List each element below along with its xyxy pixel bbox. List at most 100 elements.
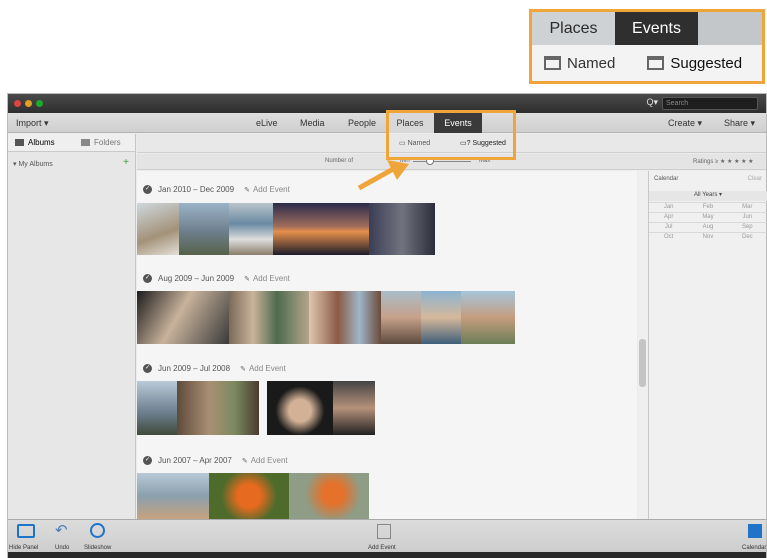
month-cell[interactable]: Sep: [728, 223, 767, 232]
add-event-link[interactable]: ✎ Add Event: [244, 185, 290, 194]
my-albums-section[interactable]: ▾ My Albums +: [13, 157, 131, 168]
event-header: ✓ Jan 2010 – Dec 2009 ✎ Add Event: [143, 185, 290, 194]
left-panel: Albums Folders ▾ My Albums +: [8, 134, 136, 519]
import-button[interactable]: Import ▾: [16, 118, 49, 129]
calendar-toggle-label: Calendar: [742, 545, 767, 551]
ratings-filter[interactable]: Ratings ≥ ★ ★ ★ ★ ★: [693, 158, 754, 165]
event-header: ✓ Jun 2007 – Apr 2007 ✎ Add Event: [143, 456, 288, 465]
photo-thumbnail[interactable]: [333, 381, 375, 435]
check-icon[interactable]: ✓: [143, 274, 152, 283]
calendar-suggested-icon: [647, 56, 665, 70]
month-grid: Jan Feb Mar Apr May Jun Jul Aug Sep Oct Nov Dec: [649, 202, 767, 242]
named-label: Named: [567, 54, 616, 72]
add-event-icon[interactable]: [377, 524, 391, 539]
calendar-title: Calendar: [654, 176, 679, 182]
month-cell[interactable]: Jul: [649, 223, 688, 232]
month-cell[interactable]: Mar: [728, 203, 767, 212]
close-dot[interactable]: [14, 100, 21, 107]
albums-tab[interactable]: Albums: [15, 138, 55, 147]
nav-people[interactable]: People: [348, 118, 376, 128]
photo-thumbnail[interactable]: [461, 291, 515, 344]
nav-media[interactable]: Media: [300, 118, 325, 128]
scrollbar-thumb[interactable]: [639, 339, 646, 387]
add-event-link[interactable]: ✎ Add Event: [242, 456, 288, 465]
tab-places[interactable]: Places: [532, 12, 615, 45]
slideshow-icon[interactable]: [90, 523, 105, 538]
left-panel-tabs: Albums Folders: [8, 134, 135, 152]
slideshow-label: Slideshow: [84, 545, 112, 551]
number-of-label: Number of: [325, 158, 354, 164]
month-cell[interactable]: May: [688, 213, 727, 222]
event-slider-track[interactable]: [413, 161, 471, 162]
status-bar: [8, 552, 766, 558]
search-icon: Q▾: [646, 97, 658, 107]
photo-thumbnail[interactable]: [137, 203, 179, 255]
undo-label: Undo: [55, 545, 70, 551]
photo-thumbnail[interactable]: [137, 381, 177, 435]
highlight-frame: [386, 110, 516, 160]
photo-thumbnail[interactable]: [229, 203, 273, 255]
suggested-button[interactable]: Suggested: [647, 55, 742, 72]
month-cell[interactable]: Jun: [728, 213, 767, 222]
create-button[interactable]: Create ▾: [668, 118, 702, 129]
album-icon: [15, 139, 24, 146]
pencil-icon: ✎: [244, 276, 250, 283]
event-date-range: Aug 2009 – Jun 2009: [158, 274, 235, 283]
tab-events[interactable]: Events: [615, 12, 698, 45]
nav-elive[interactable]: eLive: [256, 118, 278, 128]
month-cell[interactable]: Aug: [688, 223, 727, 232]
photo-thumbnail[interactable]: [273, 203, 369, 255]
event-date-range: Jan 2010 – Dec 2009: [158, 185, 235, 194]
month-cell[interactable]: Dec: [728, 233, 767, 242]
folder-icon: [81, 139, 90, 146]
photo-thumbnail[interactable]: [381, 291, 421, 344]
add-album-icon[interactable]: +: [123, 157, 129, 168]
photo-thumbnail[interactable]: [179, 203, 229, 255]
pencil-icon: ✎: [241, 458, 248, 465]
month-cell[interactable]: Apr: [649, 213, 688, 222]
share-button[interactable]: Share ▾: [724, 118, 755, 129]
photo-thumbnail[interactable]: [267, 381, 333, 435]
month-cell[interactable]: Jan: [649, 203, 688, 212]
calendar-panel: Calendar Clear All Years ▾ Jan Feb Mar Apr…: [648, 171, 767, 519]
check-icon[interactable]: ✓: [143, 185, 152, 194]
photo-thumbnail[interactable]: [209, 473, 289, 519]
month-cell[interactable]: Feb: [688, 203, 727, 212]
pencil-icon: ✎: [240, 366, 246, 373]
event-header: ✓ Jun 2009 – Jul 2008 ✎ Add Event: [143, 364, 286, 373]
photo-thumbnail[interactable]: [421, 291, 461, 344]
check-icon[interactable]: ✓: [143, 364, 152, 373]
photo-thumbnail[interactable]: [309, 291, 381, 344]
check-icon[interactable]: ✓: [143, 456, 152, 465]
photo-thumbnail[interactable]: [177, 381, 259, 435]
named-button[interactable]: Named: [544, 55, 615, 72]
photo-thumbnail[interactable]: [137, 473, 209, 519]
all-years-dropdown[interactable]: All Years ▾: [649, 191, 767, 201]
photo-thumbnail[interactable]: [369, 203, 435, 255]
pencil-icon: ✎: [244, 187, 250, 194]
month-cell[interactable]: Oct: [649, 233, 688, 242]
hide-panel-icon[interactable]: [17, 524, 35, 538]
add-event-label: Add Event: [368, 545, 396, 551]
zoom-dot[interactable]: [36, 100, 43, 107]
event-date-range: Jun 2007 – Apr 2007: [158, 456, 232, 465]
hide-panel-label: Hide Panel: [9, 545, 39, 551]
undo-icon[interactable]: ↶: [55, 521, 68, 539]
folders-tab[interactable]: Folders: [81, 138, 121, 147]
suggested-label: Suggested: [670, 54, 743, 72]
calendar-toggle-icon[interactable]: [748, 524, 762, 538]
zoom-callout: Places Events Named Suggested: [529, 9, 765, 84]
minimize-dot[interactable]: [25, 100, 32, 107]
clear-button[interactable]: Clear: [748, 176, 762, 182]
photo-thumbnail[interactable]: [289, 473, 369, 519]
photo-thumbnail[interactable]: [229, 291, 309, 344]
photo-thumbnail[interactable]: [137, 291, 229, 344]
pointer-arrow-icon: [357, 160, 409, 190]
event-header: ✓ Aug 2009 – Jun 2009 ✎ Add Event: [143, 274, 290, 283]
calendar-icon: [544, 56, 561, 70]
add-event-link[interactable]: ✎ Add Event: [244, 274, 290, 283]
event-date-range: Jun 2009 – Jul 2008: [158, 364, 231, 373]
add-event-link[interactable]: ✎ Add Event: [240, 364, 286, 373]
search-input[interactable]: Search: [662, 97, 758, 110]
month-cell[interactable]: Nov: [688, 233, 727, 242]
